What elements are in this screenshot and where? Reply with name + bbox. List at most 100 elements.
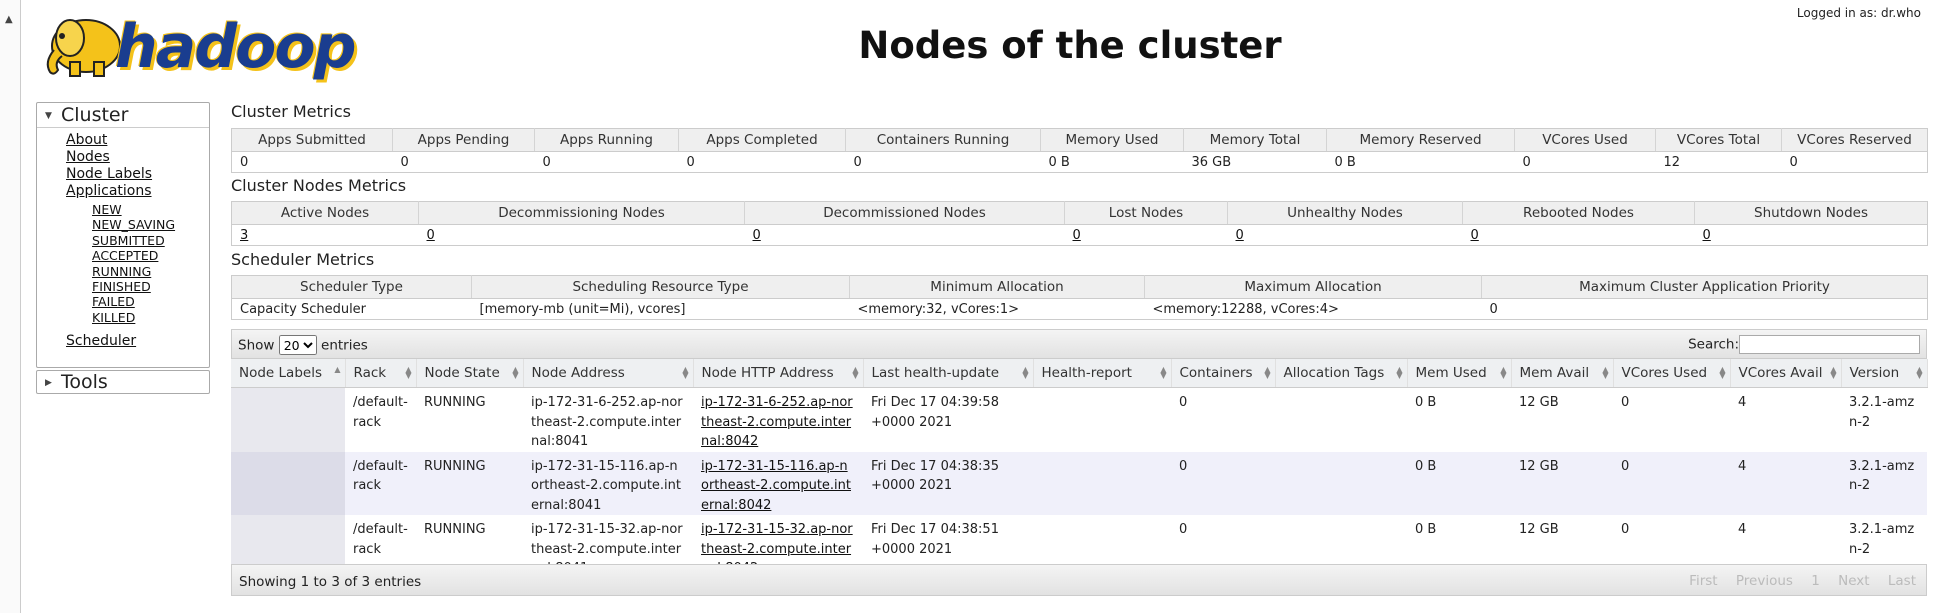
sort-both-icon: ▲ ▼ [1830, 365, 1837, 380]
col-containers[interactable]: Containers ▲ ▼ [1171, 359, 1276, 388]
nodes-table: Node Labels ▲ Rack ▲ ▼ Node State ▲ ▼ Node Ad… [231, 359, 1928, 579]
metric-header: Memory Total [1183, 128, 1327, 152]
cell-rack: /default-rack [345, 387, 416, 452]
metric-value: Capacity Scheduler [240, 301, 367, 317]
scheduler-metrics-table: Scheduler Type Scheduling Resource Type … [231, 275, 1928, 320]
metric-value: 0 [240, 154, 249, 170]
pager-first[interactable]: First [1689, 573, 1717, 589]
metric-header: Decommissioning Nodes [418, 201, 745, 225]
metric-header: VCores Total [1655, 128, 1782, 152]
cluster-metrics-title: Cluster Metrics [231, 102, 351, 121]
cell-vcores-avail: 4 [1730, 387, 1841, 452]
pager-last[interactable]: Last [1888, 573, 1916, 589]
page-size-control: Show 20 entries [238, 335, 368, 355]
col-health-report[interactable]: Health-report ▲ ▼ [1033, 359, 1172, 388]
sort-both-icon: ▲ ▼ [512, 365, 519, 380]
nav-link-about[interactable]: About [66, 132, 209, 149]
cell-rack: /default-rack [345, 451, 416, 515]
metric-header: Decommissioned Nodes [744, 201, 1065, 225]
pager-previous[interactable]: Previous [1736, 573, 1793, 589]
metric-value: 0 B [1334, 154, 1356, 170]
col-allocation-tags[interactable]: Allocation Tags ▲ ▼ [1275, 359, 1408, 388]
datatable-toolbar: Show 20 entries Search: [231, 329, 1927, 359]
col-label: Containers [1179, 365, 1253, 381]
metric-value: 0 [1489, 301, 1498, 317]
metric-header: Maximum Cluster Application Priority [1481, 275, 1928, 299]
col-vcores-avail[interactable]: VCores Avail ▲ ▼ [1730, 359, 1842, 388]
col-label: Rack [353, 365, 387, 381]
nav-link-applications[interactable]: Applications [66, 183, 209, 200]
pager-next[interactable]: Next [1838, 573, 1869, 589]
cell-mem-used: 0 B [1407, 387, 1511, 452]
nav-app-new-saving[interactable]: NEW_SAVING [92, 217, 209, 232]
nav-app-killed[interactable]: KILLED [92, 310, 209, 325]
nav-app-running[interactable]: RUNNING [92, 264, 209, 279]
col-node-http-address[interactable]: Node HTTP Address ▲ ▼ [693, 359, 864, 388]
col-label: Node Labels [239, 365, 322, 381]
node-http-link[interactable]: ip-172-31-6-252.ap-northeast-2.compute.i… [701, 395, 853, 449]
cell-version: 3.2.1-amzn-2 [1841, 451, 1927, 515]
page-title: Nodes of the cluster [858, 24, 1282, 67]
metric-header: Memory Used [1040, 128, 1184, 152]
col-mem-used[interactable]: Mem Used ▲ ▼ [1407, 359, 1512, 388]
col-vcores-used[interactable]: VCores Used ▲ ▼ [1613, 359, 1731, 388]
col-node-address[interactable]: Node Address ▲ ▼ [523, 359, 694, 388]
sort-both-icon: ▲ ▼ [1160, 365, 1167, 380]
lost-nodes-link[interactable]: 0 [1073, 228, 1081, 243]
nav-app-accepted[interactable]: ACCEPTED [92, 248, 209, 263]
metric-value: 0 [1522, 154, 1531, 170]
tools-nav[interactable]: ▶ Tools [36, 370, 210, 394]
node-metrics-title: Cluster Nodes Metrics [231, 176, 407, 195]
nav-app-new[interactable]: NEW [92, 202, 209, 217]
metric-value: 0 B [1048, 154, 1070, 170]
sort-both-icon: ▲ ▼ [682, 365, 689, 380]
col-version[interactable]: Version ▲ ▼ [1841, 359, 1928, 388]
page-scrollbar[interactable]: ▲ [0, 0, 21, 613]
cluster-nav-header[interactable]: ▼ Cluster [37, 103, 209, 128]
sort-both-icon: ▲ ▼ [852, 365, 859, 380]
cell-mem-used: 0 B [1407, 451, 1511, 515]
nav-app-submitted[interactable]: SUBMITTED [92, 233, 209, 248]
pager-page-1[interactable]: 1 [1811, 573, 1820, 589]
cell-health-report [1033, 387, 1171, 452]
metric-header: Apps Pending [392, 128, 535, 152]
metric-value: 12 [1663, 154, 1681, 170]
decommissioning-nodes-link[interactable]: 0 [427, 228, 435, 243]
nav-app-failed[interactable]: FAILED [92, 294, 209, 309]
cell-mem-avail: 12 GB [1511, 451, 1613, 515]
cluster-nav-label: Cluster [61, 104, 129, 126]
metric-value: [memory-mb (unit=Mi), vcores] [479, 301, 686, 317]
col-label: Mem Avail [1519, 365, 1590, 381]
col-node-labels[interactable]: Node Labels ▲ [231, 359, 346, 388]
decommissioned-nodes-link[interactable]: 0 [753, 228, 761, 243]
pagination: First Previous 1 Next Last [1675, 573, 1916, 589]
nav-link-node-labels[interactable]: Node Labels [66, 166, 209, 183]
page-size-select[interactable]: 20 [278, 335, 317, 355]
col-mem-avail[interactable]: Mem Avail ▲ ▼ [1511, 359, 1614, 388]
search-input[interactable] [1739, 335, 1920, 354]
node-metrics-table: Active Nodes Decommissioning Nodes Decom… [231, 201, 1928, 246]
sort-both-icon: ▲ ▼ [1396, 365, 1403, 380]
cell-node-state: RUNNING [416, 387, 523, 452]
metric-value: 0 [686, 154, 695, 170]
tools-nav-header[interactable]: ▶ Tools [37, 371, 209, 393]
rebooted-nodes-link[interactable]: 0 [1471, 228, 1479, 243]
col-label: Node Address [531, 365, 625, 381]
sort-both-icon: ▲ ▼ [405, 365, 412, 380]
nav-app-finished[interactable]: FINISHED [92, 279, 209, 294]
node-http-link[interactable]: ip-172-31-15-116.ap-northeast-2.compute.… [701, 459, 851, 513]
unhealthy-nodes-link[interactable]: 0 [1236, 228, 1244, 243]
metric-header: Lost Nodes [1064, 201, 1228, 225]
active-nodes-link[interactable]: 3 [240, 228, 248, 243]
nav-link-nodes[interactable]: Nodes [66, 149, 209, 166]
sort-both-icon: ▲ ▼ [1500, 365, 1507, 380]
nav-link-scheduler[interactable]: Scheduler [66, 333, 136, 349]
col-label: Mem Used [1415, 365, 1487, 381]
col-rack[interactable]: Rack ▲ ▼ [345, 359, 417, 388]
shutdown-nodes-link[interactable]: 0 [1703, 228, 1711, 243]
col-node-state[interactable]: Node State ▲ ▼ [416, 359, 524, 388]
col-label: Node State [424, 365, 500, 381]
cell-node-address: ip-172-31-15-116.ap-northeast-2.compute.… [523, 451, 693, 515]
col-last-health-update[interactable]: Last health-update ▲ ▼ [863, 359, 1034, 388]
metric-header: Apps Completed [678, 128, 846, 152]
